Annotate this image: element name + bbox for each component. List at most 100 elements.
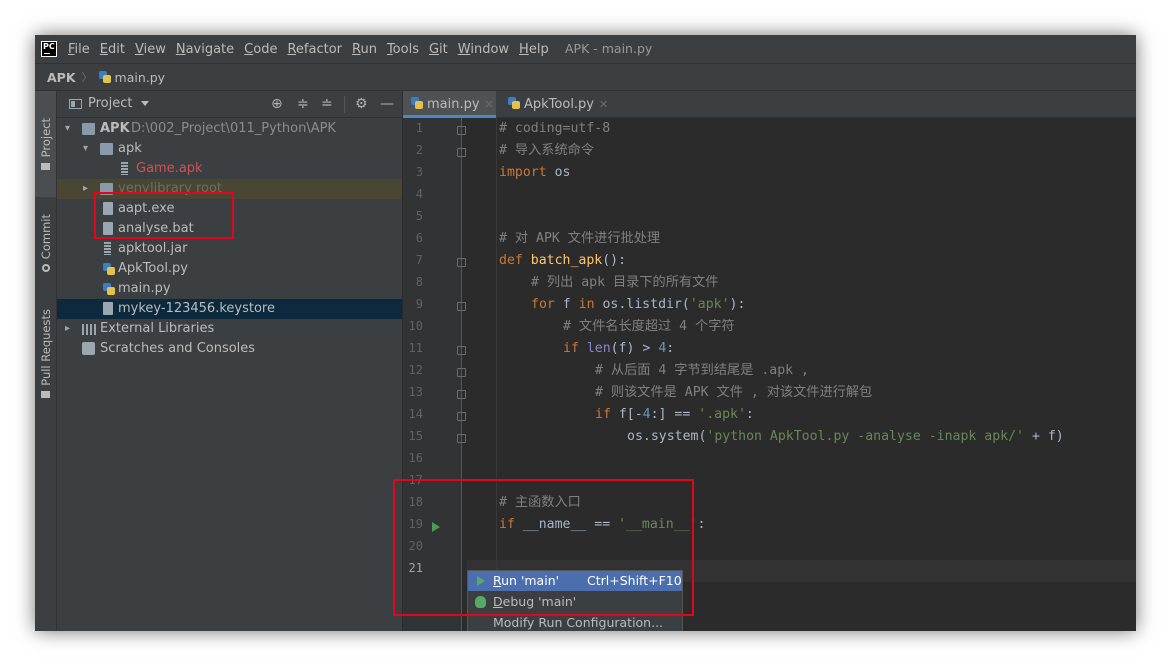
code-line-12: # 从后面 4 字节到结尾是 .apk , [595, 363, 809, 378]
chevron-down-icon[interactable] [141, 101, 149, 106]
line-number: 4 [415, 187, 423, 201]
line-number: 14 [408, 407, 423, 421]
highlight-box-apk [94, 192, 234, 239]
pycharm-logo-icon: PC [41, 41, 57, 57]
chevron-down-icon[interactable]: ▾ [83, 139, 88, 159]
pull-request-icon [41, 390, 50, 398]
code-line-9: for f in os.listdir('apk'): [531, 297, 746, 312]
menu-help[interactable]: Help [519, 42, 549, 57]
close-icon[interactable]: ✕ [599, 98, 608, 111]
code-line-3: import os [499, 165, 571, 180]
fold-marker-icon[interactable] [457, 346, 466, 355]
tree-item-file[interactable]: apktool.jar [57, 239, 402, 259]
breadcrumb: APK 〉 main.py [35, 63, 1136, 91]
tree-item-game-apk[interactable]: Game.apk [57, 159, 402, 179]
folder-icon [41, 162, 50, 170]
toolbar-divider [344, 96, 345, 113]
python-file-icon [508, 97, 520, 109]
fold-marker-icon[interactable] [457, 434, 466, 443]
line-number: 10 [408, 319, 423, 333]
line-number: 15 [408, 429, 423, 443]
code-line-14: if f[-4:] == '.apk': [595, 407, 754, 422]
line-number: 9 [415, 297, 423, 311]
fold-marker-icon[interactable] [457, 390, 466, 399]
code-line-2: # 导入系统命令 [499, 143, 595, 158]
line-number: 11 [408, 341, 423, 355]
line-number: 3 [415, 165, 423, 179]
expand-all-icon[interactable]: ≑ [297, 96, 309, 112]
project-panel: Project ⊕ ≑ ≐ ⚙ — ▾ APK D:\002_Project\0… [57, 91, 402, 631]
scratches-icon [82, 342, 95, 355]
editor-tab-bar: main.py ✕ ApkTool.py ✕ [403, 91, 1136, 118]
breadcrumb-project[interactable]: APK [47, 70, 76, 85]
line-number: 13 [408, 385, 423, 399]
code-line-13: # 则该文件是 APK 文件 , 对该文件进行解包 [595, 385, 873, 400]
tool-tab-pull-requests[interactable]: Pull Requests [35, 296, 56, 411]
menu-window[interactable]: Window [458, 42, 509, 57]
menu-bar: PC File Edit View Navigate Code Refactor… [35, 35, 1136, 63]
code-line-1: # coding=utf-8 [499, 121, 611, 136]
tree-item-scratches[interactable]: Scratches and Consoles [57, 339, 402, 359]
tree-item-file[interactable]: main.py [57, 279, 402, 299]
window-title: APK - main.py [565, 41, 653, 56]
python-file-icon [103, 263, 116, 275]
line-number: 12 [408, 363, 423, 377]
folder-icon [82, 123, 95, 135]
tree-item-apk[interactable]: ▾ apk [57, 139, 402, 159]
python-file-icon [98, 71, 111, 83]
breadcrumb-file[interactable]: main.py [115, 70, 166, 85]
hide-panel-icon[interactable]: — [380, 96, 394, 112]
jar-file-icon [104, 242, 111, 255]
tab-main-py[interactable]: main.py ✕ [403, 91, 496, 118]
menu-refactor[interactable]: Refactor [287, 42, 342, 57]
project-view-selector[interactable]: Project [88, 96, 132, 111]
tree-item-root[interactable]: ▾ APK D:\002_Project\011_Python\APK [57, 119, 402, 139]
fold-marker-icon[interactable] [457, 258, 466, 267]
fold-marker-icon[interactable] [457, 412, 466, 421]
menu-items: File Edit View Navigate Code Refactor Ru… [68, 35, 559, 63]
menu-git[interactable]: Git [429, 42, 448, 57]
line-number: 7 [415, 253, 423, 267]
tree-item-file[interactable]: ApkTool.py [57, 259, 402, 279]
menu-code[interactable]: Code [244, 42, 277, 57]
python-file-icon [103, 283, 116, 295]
line-number: 6 [415, 231, 423, 245]
menu-file[interactable]: File [68, 42, 90, 57]
fold-marker-icon[interactable] [457, 302, 466, 311]
project-view-icon [69, 99, 82, 109]
chevron-right-icon[interactable]: ▸ [65, 319, 70, 339]
code-line-8: # 列出 apk 目录下的所有文件 [531, 275, 719, 290]
tree-item-external-libraries[interactable]: ▸ External Libraries [57, 319, 402, 339]
chevron-right-icon[interactable]: ▸ [83, 179, 88, 199]
line-number: 1 [415, 121, 423, 135]
tool-tab-project[interactable]: Project [35, 91, 56, 197]
locate-file-icon[interactable]: ⊕ [271, 96, 283, 112]
menu-navigate[interactable]: Navigate [176, 42, 234, 57]
menu-edit[interactable]: Edit [100, 42, 125, 57]
gear-icon[interactable]: ⚙ [355, 96, 368, 112]
root-path: D:\002_Project\011_Python\APK [131, 121, 336, 136]
fold-marker-icon[interactable] [457, 148, 466, 157]
python-file-icon [411, 97, 423, 109]
keystore-file-icon [103, 302, 113, 315]
code-line-7: def batch_apk(): [499, 253, 627, 268]
menu-tools[interactable]: Tools [387, 42, 419, 57]
code-line-10: # 文件名长度超过 4 个字符 [563, 319, 735, 334]
tool-window-stripe: Project Commit Pull Requests [35, 91, 57, 631]
folder-icon [100, 143, 113, 155]
tree-item-file-selected[interactable]: mykey-123456.keystore [57, 299, 402, 319]
line-number: 5 [415, 209, 423, 223]
chevron-down-icon[interactable]: ▾ [65, 119, 70, 139]
tab-apktool-py[interactable]: ApkTool.py ✕ [500, 91, 612, 118]
fold-marker-icon[interactable] [457, 368, 466, 377]
menu-view[interactable]: View [135, 42, 166, 57]
highlight-box-main-entry [393, 479, 694, 616]
fold-marker-icon[interactable] [457, 126, 466, 135]
apk-file-icon [121, 162, 128, 175]
menu-run[interactable]: Run [352, 42, 377, 57]
tool-tab-commit[interactable]: Commit [35, 203, 56, 283]
collapse-all-icon[interactable]: ≐ [321, 96, 333, 112]
project-panel-header: Project ⊕ ≑ ≐ ⚙ — [57, 91, 402, 118]
close-icon[interactable]: ✕ [485, 98, 494, 111]
commit-icon [41, 264, 50, 273]
